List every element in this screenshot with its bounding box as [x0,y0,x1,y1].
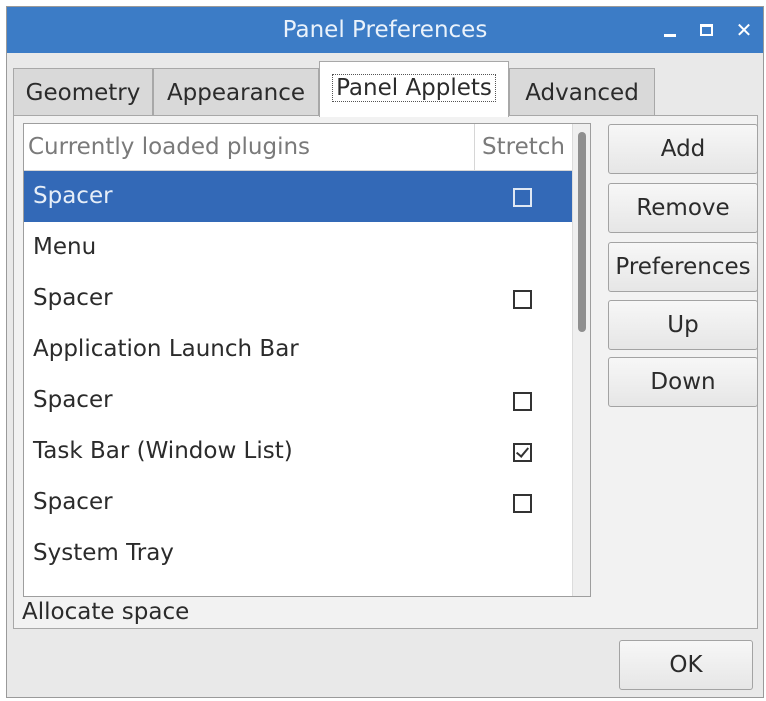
maximize-icon [699,24,713,36]
list-header: Currently loaded plugins Stretch [24,124,572,171]
add-button[interactable]: Add [608,124,758,174]
list-item[interactable]: Spacer [24,273,572,324]
status-text: Allocate space [22,599,190,625]
stretch-checkbox[interactable] [513,494,532,513]
scrollbar-thumb[interactable] [578,132,586,332]
plugin-name: Spacer [33,285,113,311]
stretch-checkbox[interactable] [513,392,532,411]
plugin-name: Menu [33,234,97,260]
title-bar[interactable]: Panel Preferences ✕ [7,7,763,53]
window-title: Panel Preferences [282,17,488,43]
remove-button[interactable]: Remove [608,183,758,233]
column-header-plugins[interactable]: Currently loaded plugins [28,124,310,170]
list-item[interactable]: Menu [24,222,572,273]
tab-panel-applets-label: Panel Applets [332,74,496,102]
list-item[interactable]: Spacer [24,375,572,426]
plugin-name: Spacer [33,183,113,209]
plugin-name: Task Bar (Window List) [33,438,293,464]
plugin-name: System Tray [33,540,174,566]
tab-panel-applets[interactable]: Panel Applets [319,61,509,117]
list-item[interactable]: Spacer [24,477,572,528]
ok-button[interactable]: OK [619,640,753,690]
panel-preferences-window: Panel Preferences ✕ Geometry Appearance … [6,6,764,698]
list-item[interactable]: Task Bar (Window List) [24,426,572,477]
tab-advanced[interactable]: Advanced [509,68,655,116]
maximize-button[interactable] [693,7,719,53]
down-button[interactable]: Down [608,357,758,407]
close-button[interactable]: ✕ [731,7,757,53]
up-button[interactable]: Up [608,300,758,350]
list-scrollbar[interactable] [572,124,590,596]
tab-appearance-label: Appearance [166,80,306,106]
plugin-name: Application Launch Bar [33,336,299,362]
preferences-button[interactable]: Preferences [608,242,758,292]
stretch-checkbox[interactable] [513,188,532,207]
list-item[interactable]: System Tray [24,528,572,579]
tab-geometry-label: Geometry [25,80,141,106]
close-icon: ✕ [735,18,753,42]
tab-appearance[interactable]: Appearance [153,68,319,116]
minimize-icon [664,33,676,37]
tab-geometry[interactable]: Geometry [13,68,153,116]
plugin-name: Spacer [33,489,113,515]
stretch-checkbox[interactable] [513,290,532,309]
list-item[interactable]: Application Launch Bar [24,324,572,375]
plugins-list[interactable]: Currently loaded plugins Stretch Spacer … [23,123,591,597]
plugin-name: Spacer [33,387,113,413]
minimize-button[interactable] [657,7,683,53]
stretch-checkbox-checked[interactable] [513,443,532,462]
tab-advanced-label: Advanced [525,80,639,106]
list-item[interactable]: Spacer [24,171,572,222]
panel-applets-page: Currently loaded plugins Stretch Spacer … [13,115,758,629]
column-header-stretch[interactable]: Stretch [474,124,572,170]
